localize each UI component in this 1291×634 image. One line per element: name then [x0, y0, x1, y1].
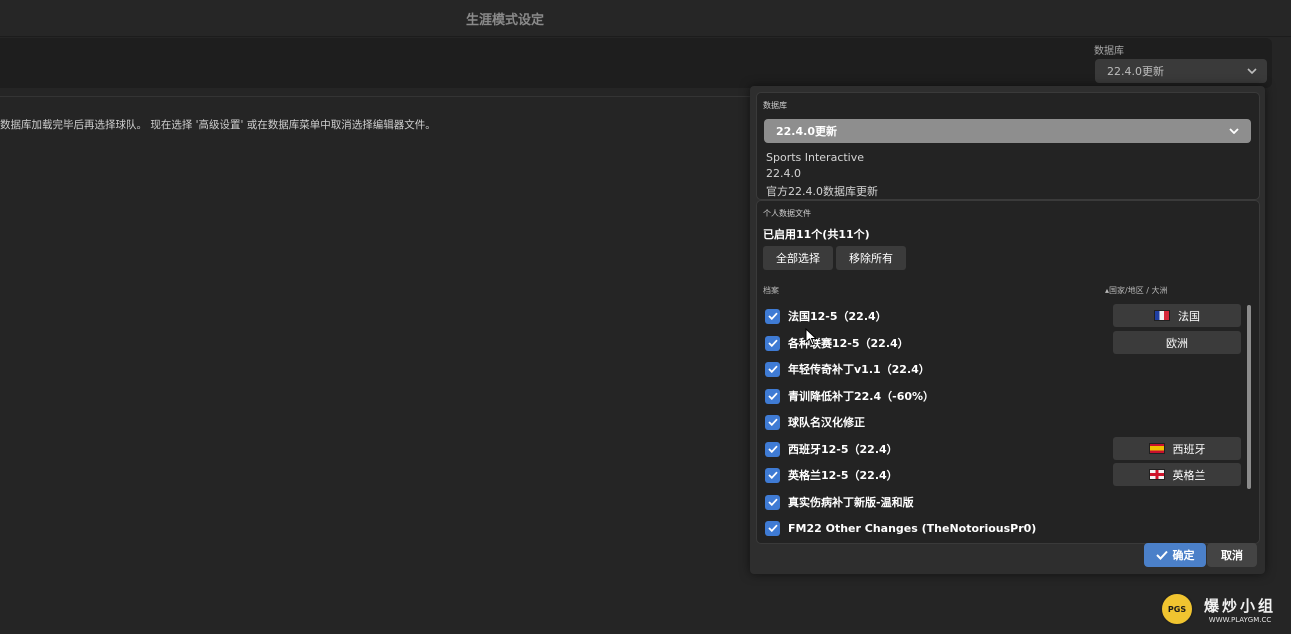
confirm-label: 确定 [1172, 549, 1195, 562]
file-checkbox[interactable] [765, 335, 780, 351]
file-name: 真实伤病补丁新版-温和版 [788, 496, 914, 509]
page-title: 生涯模式设定 [465, 13, 544, 28]
check-icon [767, 498, 778, 506]
file-row[interactable]: 球队名汉化修正 [765, 413, 865, 431]
check-icon [767, 392, 778, 400]
file-row[interactable]: 各种联赛12-5（22.4） [765, 334, 909, 352]
database-select-value: 22.4.0更新 [776, 125, 837, 138]
file-checkbox[interactable] [765, 441, 780, 457]
region-button[interactable]: 英格兰 [1113, 463, 1241, 486]
file-row[interactable]: 西班牙12-5（22.4） [765, 440, 898, 458]
database-publisher: Sports Interactive [766, 151, 865, 164]
check-icon [767, 418, 778, 426]
scrollbar-thumb[interactable] [1247, 305, 1251, 489]
file-checkbox[interactable] [765, 467, 780, 483]
file-row[interactable]: 法国12-5（22.4） [765, 307, 887, 325]
file-checkbox[interactable] [765, 520, 780, 536]
check-icon [767, 312, 778, 320]
check-icon [767, 339, 778, 347]
file-name: 英格兰12-5（22.4） [788, 469, 898, 482]
personal-files-label: 个人数据文件 [763, 209, 811, 218]
database-description: 官方22.4.0数据库更新 [766, 185, 878, 198]
column-header-region[interactable]: ▴国家/地区 / 大洲 [1105, 285, 1168, 296]
divider [0, 96, 752, 97]
header-database-value: 22.4.0更新 [1107, 65, 1164, 78]
database-section: 数据库 22.4.0更新 Sports Interactive 22.4.0 官… [756, 92, 1260, 200]
check-icon [767, 445, 778, 453]
file-row[interactable]: 真实伤病补丁新版-温和版 [765, 493, 914, 511]
file-checkbox[interactable] [765, 414, 780, 430]
column-header-file[interactable]: 档案 [763, 285, 779, 296]
watermark-logo: PGS [1160, 592, 1194, 626]
region-label: 英格兰 [1172, 468, 1206, 482]
watermark-url: WWW.PLAYGM.CC [1208, 615, 1272, 624]
region-label: 西班牙 [1172, 442, 1206, 456]
mouse-cursor-icon [805, 328, 817, 346]
file-name: 西班牙12-5（22.4） [788, 443, 898, 456]
select-all-button[interactable]: 全部选择 [763, 246, 833, 270]
confirm-button[interactable]: 确定 [1144, 543, 1206, 567]
file-name: 球队名汉化修正 [788, 416, 865, 429]
watermark: PGS 爆炒小组 WWW.PLAYGM.CC [1160, 592, 1276, 626]
region-label: 法国 [1178, 309, 1200, 323]
check-icon [767, 471, 778, 479]
database-version: 22.4.0 [766, 167, 801, 180]
remove-all-button[interactable]: 移除所有 [836, 246, 906, 270]
check-icon [767, 365, 778, 373]
file-row[interactable]: 英格兰12-5（22.4） [765, 466, 898, 484]
region-button[interactable]: 欧洲 [1113, 331, 1241, 354]
file-name: 法国12-5（22.4） [788, 310, 887, 323]
file-row[interactable]: FM22 Other Changes (TheNotoriousPr0) [765, 519, 1036, 537]
chevron-down-icon [1229, 128, 1239, 134]
file-row[interactable]: 青训降低补丁22.4（-60%） [765, 387, 934, 405]
file-checkbox[interactable] [765, 388, 780, 404]
flag-icon [1148, 469, 1165, 480]
database-section-label: 数据库 [763, 101, 787, 110]
region-button[interactable]: 法国 [1113, 304, 1241, 327]
database-dropdown-panel: 数据库 22.4.0更新 Sports Interactive 22.4.0 官… [750, 86, 1265, 574]
check-icon [1155, 550, 1168, 560]
file-row[interactable]: 年轻传奇补丁v1.1（22.4） [765, 360, 930, 378]
flag-icon [1154, 310, 1170, 321]
file-checkbox[interactable] [765, 361, 780, 377]
file-name: FM22 Other Changes (TheNotoriousPr0) [788, 521, 1037, 535]
header-database-select[interactable]: 22.4.0更新 [1095, 59, 1267, 83]
header-band [0, 38, 1272, 88]
enabled-count: 已启用11个(共11个) [763, 228, 870, 241]
database-select[interactable]: 22.4.0更新 [764, 119, 1251, 143]
chevron-down-icon [1247, 68, 1257, 74]
watermark-name: 爆炒小组 [1204, 596, 1277, 615]
check-icon [767, 524, 778, 532]
region-label: 欧洲 [1166, 336, 1188, 350]
file-checkbox[interactable] [765, 494, 780, 510]
region-button[interactable]: 西班牙 [1113, 437, 1241, 460]
header-database-label: 数据库 [1094, 46, 1124, 57]
file-checkbox[interactable] [765, 308, 780, 324]
title-bar: 生涯模式设定 [0, 0, 1291, 37]
info-message: 数据库加载完毕后再选择球队。 现在选择 '高级设置' 或在数据库菜单中取消选择编… [0, 119, 436, 131]
flag-icon [1148, 443, 1165, 454]
personal-files-section: 个人数据文件 已启用11个(共11个) 全部选择 移除所有 档案 ▴国家/地区 … [756, 200, 1260, 544]
file-name: 年轻传奇补丁v1.1（22.4） [788, 363, 930, 376]
file-name: 青训降低补丁22.4（-60%） [788, 390, 935, 403]
cancel-button[interactable]: 取消 [1207, 543, 1257, 567]
